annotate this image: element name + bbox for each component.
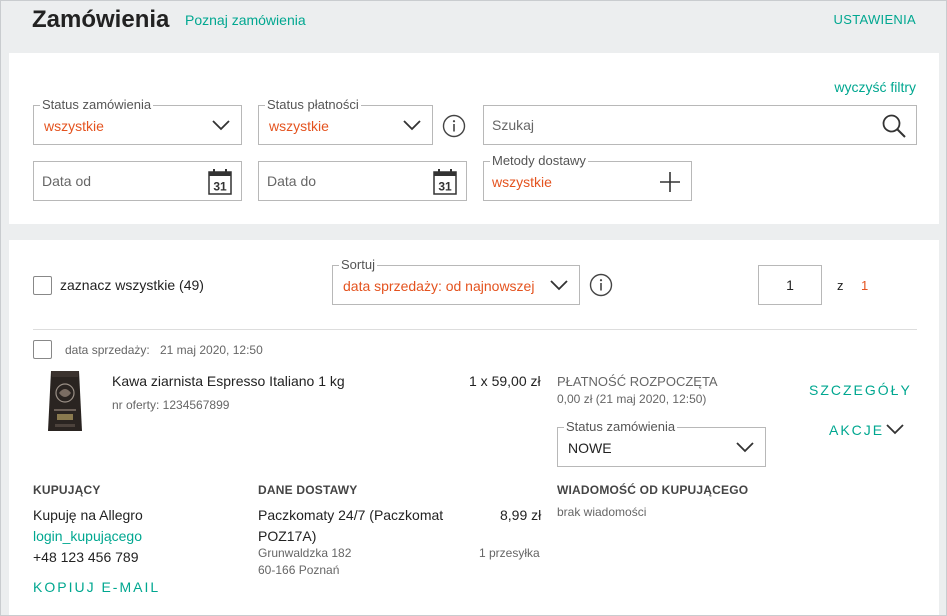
chevron-down-icon [403, 120, 421, 131]
delivery-price: 8,99 zł [500, 507, 542, 523]
delivery-methods-select[interactable]: Metody dostawy wszystkie [483, 153, 692, 201]
actions-button[interactable]: AKCJE [829, 422, 884, 438]
page-number-input[interactable]: 1 [758, 265, 822, 305]
delivery-methods-value: wszystkie [492, 174, 552, 190]
payment-status-legend: Status płatności [265, 97, 361, 113]
learn-orders-link[interactable]: Poznaj zamówienia [185, 12, 306, 28]
calendar-icon[interactable]: 31 [433, 169, 457, 195]
search-icon[interactable] [881, 113, 907, 139]
clear-filters-link[interactable]: wyczyść filtry [834, 79, 916, 95]
payment-status: PŁATNOŚĆ ROZPOCZĘTA [557, 374, 718, 389]
settings-link[interactable]: USTAWIENIA [834, 12, 916, 27]
select-all-label: zaznacz wszystkie (49) [60, 277, 204, 293]
delivery-methods-legend: Metody dostawy [490, 153, 588, 169]
message-heading: WIADOMOŚĆ OD KUPUJĄCEGO [557, 483, 749, 497]
delivery-packages: 1 przesyłka [479, 546, 540, 560]
product-image[interactable] [45, 369, 85, 433]
payment-detail: 0,00 zł (21 maj 2020, 12:50) [557, 392, 707, 406]
list-divider [33, 329, 917, 330]
buyer-name: Kupuję na Allegro [33, 507, 143, 523]
chevron-down-icon [736, 442, 754, 453]
payment-status-value: wszystkie [269, 118, 329, 134]
page-total[interactable]: 1 [861, 278, 868, 293]
sale-date-label: data sprzedaży: [65, 343, 150, 357]
copy-email-button[interactable]: KOPIUJ E-MAIL [33, 579, 160, 595]
search-input[interactable]: Szukaj [483, 105, 917, 145]
page-of-label: z [837, 278, 844, 293]
delivery-method-line2: POZ17A) [258, 528, 317, 544]
buyer-login-link[interactable]: login_kupującego [33, 528, 142, 544]
date-from-placeholder: Data od [42, 173, 92, 189]
details-link[interactable]: SZCZEGÓŁY [809, 382, 912, 398]
delivery-heading: DANE DOSTAWY [258, 483, 358, 497]
date-to-placeholder: Data do [267, 173, 317, 189]
order-status-select[interactable]: Status zamówienia wszystkie [33, 97, 242, 145]
orders-page: Zamówienia Poznaj zamówienia USTAWIENIA … [0, 0, 947, 616]
calendar-day: 31 [213, 180, 227, 194]
search-placeholder: Szukaj [492, 117, 535, 133]
order-status-value: NOWE [568, 440, 612, 456]
page-title: Zamówienia [32, 6, 170, 33]
sale-date-value: 21 maj 2020, 12:50 [160, 343, 263, 357]
sort-select[interactable]: Sortuj data sprzedaży: od najnowszej [332, 257, 580, 305]
info-icon[interactable] [442, 114, 466, 138]
product-name[interactable]: Kawa ziarnista Espresso Italiano 1 kg [112, 373, 345, 389]
order-status-legend: Status zamówienia [564, 419, 678, 435]
order-status-legend: Status zamówienia [40, 97, 154, 113]
delivery-address-street: Grunwaldzka 182 [258, 546, 352, 560]
info-icon[interactable] [589, 273, 613, 297]
date-to-input[interactable]: Data do 31 [258, 161, 467, 201]
delivery-method-line1: Paczkomaty 24/7 (Paczkomat [258, 507, 444, 523]
calendar-day: 31 [438, 180, 452, 194]
calendar-icon[interactable]: 31 [208, 169, 232, 195]
quantity-price: 1 x 59,00 zł [469, 373, 541, 389]
plus-icon[interactable] [660, 172, 680, 192]
message-value: brak wiadomości [557, 505, 647, 519]
offer-number: nr oferty: 1234567899 [112, 398, 230, 412]
order-checkbox[interactable] [33, 340, 52, 359]
chevron-down-icon[interactable] [886, 424, 904, 435]
date-from-input[interactable]: Data od 31 [33, 161, 242, 201]
payment-status-select[interactable]: Status płatności wszystkie [258, 97, 433, 145]
delivery-address-city: 60-166 Poznań [258, 563, 340, 577]
sort-legend: Sortuj [339, 257, 377, 273]
buyer-phone: +48 123 456 789 [33, 549, 139, 565]
order-status-value: wszystkie [44, 118, 104, 134]
chevron-down-icon [550, 280, 568, 291]
chevron-down-icon [212, 120, 230, 131]
buyer-heading: KUPUJĄCY [33, 483, 101, 497]
order-status-dropdown[interactable]: Status zamówienia NOWE [557, 419, 766, 467]
sort-value: data sprzedaży: od najnowszej [343, 278, 535, 294]
select-all-checkbox[interactable] [33, 276, 52, 295]
